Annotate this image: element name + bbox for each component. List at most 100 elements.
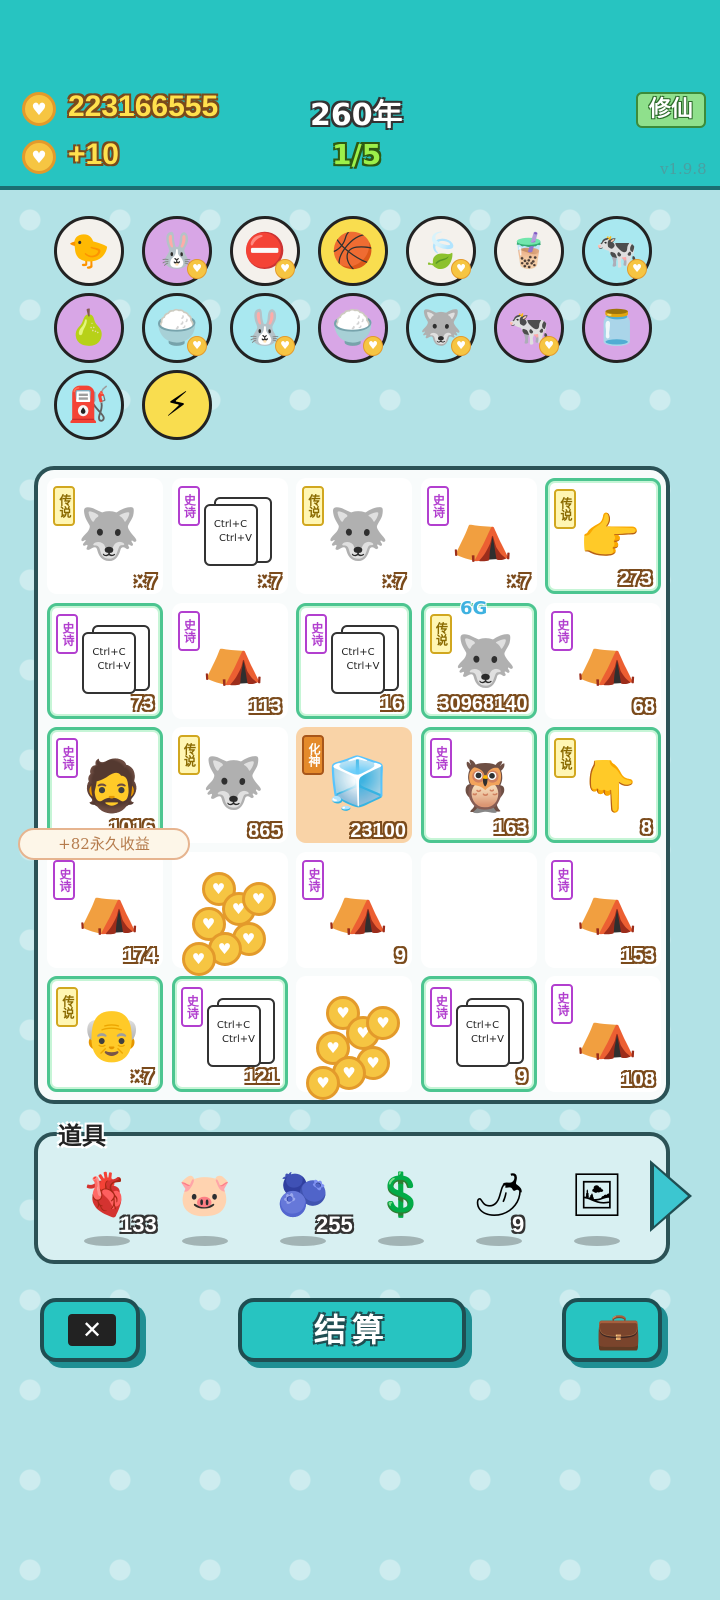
rabbit-icon[interactable]: 🐰 ♥: [142, 216, 212, 286]
grid-cell-old-man[interactable]: 👴 传说 ×7: [47, 976, 163, 1092]
cultivate-button[interactable]: 修仙: [636, 92, 706, 128]
pointing-hand-icon: 👇: [578, 756, 642, 815]
cows-icon[interactable]: 🐄 ♥: [582, 216, 652, 286]
rarity-tag: 史诗: [551, 984, 573, 1024]
rarity-tag: 史诗: [302, 859, 324, 900]
grid-cell-ctrl[interactable]: Ctrl+C Ctrl+V 史诗 16: [296, 602, 412, 719]
item-count: 121: [245, 1066, 279, 1088]
grid-cell-fridge[interactable]: 🧊 化神 23100: [296, 727, 412, 843]
coin-icon: [22, 140, 56, 174]
briefcase-icon: 💼: [596, 1311, 641, 1352]
husky-king-icon: 🐺: [77, 504, 141, 563]
grid-cell-husky-king[interactable]: 🐺 传说 ×7: [47, 478, 163, 594]
grid-cell-pointing-hand[interactable]: 👉 传说 273: [545, 478, 661, 594]
grid-cell-rabbit-tent[interactable]: ⛺ 史诗 9: [296, 851, 412, 968]
grid-cell-rabbit-tent[interactable]: ⛺ 史诗 68: [545, 602, 661, 719]
version-label: v1.9.8: [660, 160, 707, 178]
item-count: ×7: [131, 1066, 154, 1088]
grid-cell-ctrl[interactable]: Ctrl+C Ctrl+V 史诗 9: [420, 976, 537, 1092]
rabbit-tent-icon: ⛺: [326, 878, 390, 936]
item-count: 8: [640, 817, 652, 839]
ctrl-v-text: Ctrl+V: [346, 660, 380, 672]
item-count: 865: [248, 820, 282, 842]
item-count: 16: [380, 692, 403, 715]
piggy-bank-icon[interactable]: 🐷: [170, 1160, 240, 1230]
rarity-tag: 史诗: [56, 738, 78, 778]
grid-cell-husky-king[interactable]: 🐺 传说 865: [171, 727, 288, 843]
cows-icon[interactable]: 🐄 ♥: [494, 293, 564, 363]
copy-paste-card: Ctrl+C Ctrl+V: [455, 998, 524, 1067]
rice-bowl-icon[interactable]: 🍚 ♥: [318, 293, 388, 363]
item-count: ×7: [258, 571, 282, 593]
grid-cell-rabbit-tent[interactable]: ⛺ 史诗 174: [47, 851, 163, 968]
jar-icon[interactable]: 🫙: [582, 293, 652, 363]
grid-cell-owl[interactable]: 🦉 史诗 163: [420, 727, 537, 843]
rabbit-tent-icon: ⛺: [575, 878, 639, 936]
items-next-arrow-icon[interactable]: [654, 1166, 688, 1226]
rarity-tag: 史诗: [551, 859, 573, 900]
rarity-tag: 史诗: [305, 613, 327, 654]
grid-cell-bearded-king[interactable]: 🧔史诗1016: [47, 727, 163, 843]
grid-cell-pointing-hand[interactable]: 👇 传说 8: [545, 727, 661, 843]
grid-cell-rabbit-tent[interactable]: ⛺ 史诗 ×7: [420, 478, 537, 594]
grid-cell-rabbit-tent[interactable]: ⛺ 史诗 108: [545, 976, 661, 1092]
grid-cell-ctrl[interactable]: Ctrl+C Ctrl+V 史诗 ×7: [171, 478, 288, 594]
rarity-tag: 史诗: [426, 486, 449, 526]
husky-icon[interactable]: 🐺 ♥: [406, 293, 476, 363]
rarity-tag: 史诗: [551, 610, 573, 651]
grid-cell-husky-king[interactable]: 🐺 传说 30968140: [420, 602, 537, 719]
coin-icon: ♥: [181, 941, 216, 976]
item-count: 30968140: [438, 692, 528, 715]
item-count: 163: [494, 817, 528, 839]
leaf-icon[interactable]: 🍃 ♥: [406, 216, 476, 286]
grid-cell-ctrl[interactable]: Ctrl+C Ctrl+V 史诗 73: [47, 602, 163, 719]
briefcase-button[interactable]: 💼: [562, 1298, 662, 1362]
pump-icon[interactable]: ⛽: [54, 370, 124, 440]
no-entry-icon[interactable]: ⛔ ♥: [230, 216, 300, 286]
pomelo-icon[interactable]: 🍐: [54, 293, 124, 363]
coin-total: 223166555: [68, 90, 219, 123]
husky-king-icon: 🐺: [202, 753, 265, 812]
rice-bowl-icon[interactable]: 🍚 ♥: [142, 293, 212, 363]
settle-button[interactable]: 结算: [238, 1298, 466, 1362]
grid-cell-empty[interactable]: [420, 851, 537, 968]
dollar-coin-icon[interactable]: 💲: [366, 1160, 436, 1230]
grid-cell-coins[interactable]: ♥ ♥ ♥ ♥ ♥ ♥ ♥: [171, 851, 288, 976]
top-bar: 223166555 +10 260年 1/5 修仙 v1.9.8: [0, 0, 720, 190]
settle-label: 结算: [313, 1311, 390, 1349]
rarity-tag: 史诗: [180, 987, 203, 1027]
owned-badge-icon: ♥: [275, 336, 295, 356]
rabbit-tent-icon: ⛺: [451, 504, 514, 563]
coin-icon: ♥: [306, 1066, 340, 1100]
ctrl-v-text: Ctrl+V: [221, 1034, 255, 1045]
lightning-icon[interactable]: ⚡: [142, 370, 212, 440]
item-shadow: [378, 1236, 424, 1246]
owned-badge-icon: ♥: [539, 336, 559, 356]
income-per-tick: +10: [68, 138, 119, 171]
item-count: 255: [316, 1212, 353, 1237]
item-count: 113: [249, 695, 282, 718]
rarity-tag: 史诗: [177, 610, 200, 651]
grid-cell-rabbit-tent[interactable]: ⛺ 史诗 153: [545, 851, 661, 968]
rarity-tag: 传说: [554, 489, 576, 529]
husky-king-icon: 🐺: [326, 504, 390, 563]
chick-icon[interactable]: 🐤: [54, 216, 124, 286]
item-count: 73: [131, 692, 154, 715]
ctrl-c-text: Ctrl+C: [341, 646, 375, 658]
grid-cell-coins[interactable]: ♥ ♥ ♥ ♥ ♥ ♥ ♥: [296, 976, 412, 1100]
discard-button[interactable]: ✕: [40, 1298, 140, 1362]
grid-cell-ctrl[interactable]: Ctrl+C Ctrl+V 史诗 121: [171, 976, 288, 1092]
item-count: ×7: [134, 571, 157, 593]
rabbit-tent-icon: ⛺: [202, 629, 265, 687]
milk-tea-icon[interactable]: 🧋: [494, 216, 564, 286]
item-count: 9: [512, 1212, 525, 1237]
rabbit-icon[interactable]: 🐰 ♥: [230, 293, 300, 363]
grid-cell-husky-king[interactable]: 🐺 传说 ×7: [296, 478, 412, 594]
grid-cell-rabbit-tent[interactable]: ⛺ 史诗 113: [171, 602, 288, 719]
item-count: 174: [123, 944, 157, 967]
copy-paste-frame-icon[interactable]: 🖼: [562, 1160, 632, 1230]
copy-paste-card: Ctrl+C Ctrl+V: [203, 497, 272, 566]
items-title: 道具: [58, 1121, 106, 1150]
basketballs-icon[interactable]: 🏀: [318, 216, 388, 286]
old-man-icon: 👴: [80, 1005, 144, 1064]
